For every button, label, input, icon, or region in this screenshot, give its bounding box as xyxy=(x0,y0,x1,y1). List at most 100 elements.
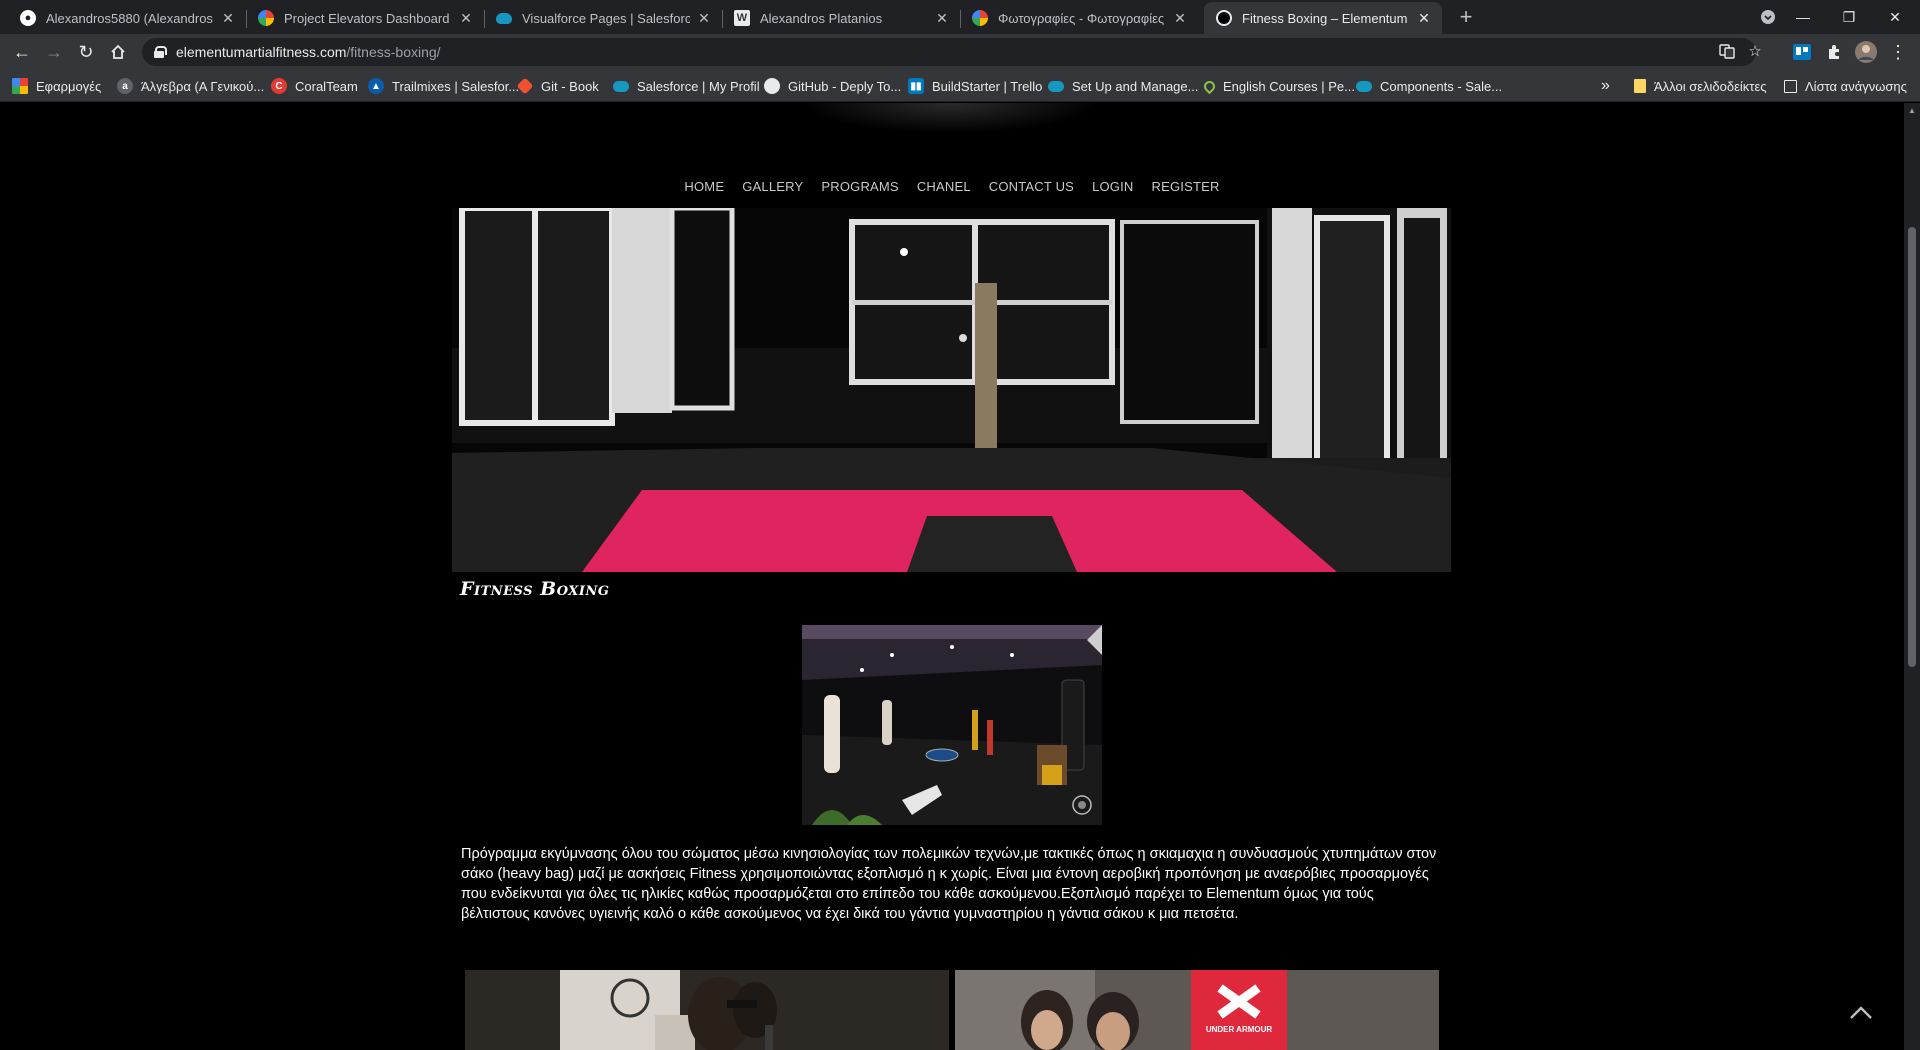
bookmarks-overflow-button[interactable]: » xyxy=(1601,76,1610,96)
close-tab-icon[interactable]: ✕ xyxy=(934,10,950,27)
close-window-button[interactable]: ✕ xyxy=(1872,0,1918,34)
page-scrollbar[interactable]: ▲ xyxy=(1904,103,1920,1050)
other-bookmarks[interactable]: Άλλοι σελιδοδείκτες xyxy=(1634,76,1767,96)
elementum-icon xyxy=(1216,10,1232,26)
location-pin-icon xyxy=(1201,78,1218,94)
minimize-button[interactable]: — xyxy=(1780,0,1826,34)
bookmark-label: Salesforce | My Profil xyxy=(637,78,760,94)
nav-contact-us[interactable]: CONTACT US xyxy=(980,179,1083,194)
salesforce-icon xyxy=(1048,80,1064,92)
bookmark-coralteam[interactable]: C CoralTeam xyxy=(271,76,358,96)
bookmark-salesforce-profile[interactable]: Salesforce | My Profil xyxy=(613,76,760,96)
forward-icon[interactable]: → xyxy=(42,40,66,64)
tab-photos[interactable]: Φωτογραφίες - Φωτογραφίες G ✕ xyxy=(960,2,1198,34)
git-icon xyxy=(516,77,534,95)
url-host: elementumartialfitness.com xyxy=(176,44,347,60)
tab-elevators-dashboard[interactable]: Project Elevators Dashboard - Φω ✕ xyxy=(246,2,485,34)
bookmark-setup-manage[interactable]: Set Up and Manage... xyxy=(1048,76,1198,96)
salesforce-icon xyxy=(496,12,512,24)
nav-chanel[interactable]: CHANEL xyxy=(908,179,980,194)
nav-home[interactable]: HOME xyxy=(675,179,733,194)
profile-avatar[interactable] xyxy=(1854,40,1878,64)
close-tab-icon[interactable]: ✕ xyxy=(1416,10,1432,27)
tab-title: Project Elevators Dashboard - Φω xyxy=(284,10,452,26)
bookmark-label: Trailmixes | Salesfor... xyxy=(392,78,520,94)
reading-list-label: Λίστα ανάγνωσης xyxy=(1805,78,1907,94)
extensions-icon[interactable] xyxy=(1822,40,1846,64)
translate-icon[interactable] xyxy=(1718,43,1736,61)
tab-title: Φωτογραφίες - Φωτογραφίες G xyxy=(998,10,1166,26)
bookmark-star-icon[interactable]: ☆ xyxy=(1746,43,1764,61)
tab-title: Visualforce Pages | Salesforce xyxy=(522,10,690,26)
page-title: Fitness Boxing xyxy=(460,578,610,600)
tab-github[interactable]: ● Alexandros5880 (Alexandros Plat ✕ xyxy=(8,2,247,34)
bookmark-git-book[interactable]: Git - Book xyxy=(516,76,599,96)
trello-icon: ▮▮ xyxy=(908,78,924,94)
browser-toolbar: ← → ↻ elementumartialfitness.com/fitness… xyxy=(0,34,1920,70)
close-tab-icon[interactable]: ✕ xyxy=(458,10,474,27)
gym-interior-photo xyxy=(802,625,1102,825)
address-bar[interactable]: elementumartialfitness.com/fitness-boxin… xyxy=(142,38,1762,66)
scroll-thumb[interactable] xyxy=(1908,227,1916,667)
header-logo-glow xyxy=(800,103,1100,133)
tab-visualforce[interactable]: Visualforce Pages | Salesforce ✕ xyxy=(484,2,723,34)
bookmark-label: BuildStarter | Trello xyxy=(932,78,1043,94)
close-tab-icon[interactable]: ✕ xyxy=(1172,10,1188,27)
bookmark-components[interactable]: Components - Sale... xyxy=(1356,76,1502,96)
tab-strip: ● Alexandros5880 (Alexandros Plat ✕ Proj… xyxy=(0,0,1920,34)
close-tab-icon[interactable]: ✕ xyxy=(696,10,712,27)
program-description: Πρόγραμμα εκγύμνασης όλου του σώματος μέ… xyxy=(461,846,1437,922)
restore-button[interactable]: ❐ xyxy=(1826,0,1872,34)
bookmark-label: Components - Sale... xyxy=(1380,78,1503,94)
main-nav: HOME GALLERY PROGRAMS CHANEL CONTACT US … xyxy=(0,179,1904,194)
github-icon: ● xyxy=(20,10,36,26)
close-tab-icon[interactable]: ✕ xyxy=(220,10,236,27)
bookmark-label: Εφαρμογές xyxy=(36,78,102,94)
bookmark-label: Set Up and Manage... xyxy=(1072,78,1199,94)
back-icon[interactable]: ← xyxy=(10,40,34,64)
bookmark-english-courses[interactable]: English Courses | Pe... xyxy=(1201,76,1355,96)
tab-title: Alexandros Platanios xyxy=(760,10,883,26)
github-icon xyxy=(764,78,780,94)
trainer-photo-left xyxy=(465,970,949,1050)
hero-image xyxy=(452,208,1451,572)
trello-extension-icon[interactable] xyxy=(1790,40,1814,64)
tab-fitness-boxing[interactable]: Fitness Boxing – Elementum ✕ xyxy=(1204,2,1442,34)
reading-list[interactable]: Λίστα ανάγνωσης xyxy=(1784,76,1907,96)
bookmark-trello[interactable]: ▮▮ BuildStarter | Trello xyxy=(908,76,1042,96)
url-path: /fitness-boxing/ xyxy=(346,44,441,60)
bookmarks-bar: Εφαρμογές a Άλγεβρα (Α Γενικού... C Cora… xyxy=(0,70,1920,102)
nav-login[interactable]: LOGIN xyxy=(1083,179,1142,194)
nav-register[interactable]: REGISTER xyxy=(1143,179,1229,194)
reading-list-icon xyxy=(1784,79,1797,93)
tab-title: Alexandros5880 (Alexandros Plat xyxy=(46,10,214,26)
web-page: HOME GALLERY PROGRAMS CHANEL CONTACT US … xyxy=(0,103,1904,1050)
chevron-up-icon xyxy=(1850,1006,1872,1019)
folder-icon xyxy=(1634,79,1646,93)
bookmark-label: Άλγεβρα (Α Γενικού... xyxy=(141,78,265,94)
bookmark-algebra[interactable]: a Άλγεβρα (Α Γενικού... xyxy=(117,76,264,96)
site-icon: a xyxy=(117,78,133,94)
svg-text:UNDER ARMOUR: UNDER ARMOUR xyxy=(1206,1025,1273,1034)
coralteam-icon: C xyxy=(271,78,287,94)
bookmark-trailmixes[interactable]: ▲ Trailmixes | Salesfor... xyxy=(368,76,519,96)
scroll-up-icon[interactable]: ▲ xyxy=(1908,107,1916,115)
lock-icon[interactable] xyxy=(154,46,167,58)
trainer-photo-right: UNDER ARMOUR xyxy=(955,970,1439,1050)
bookmark-apps[interactable]: Εφαρμογές xyxy=(12,76,101,96)
bookmark-label: CoralTeam xyxy=(295,78,358,94)
new-tab-button[interactable]: + xyxy=(1452,4,1480,32)
reload-icon[interactable]: ↻ xyxy=(74,40,98,64)
home-icon[interactable] xyxy=(106,40,130,64)
bookmark-github-deploy[interactable]: GitHub - Deply To... xyxy=(764,76,901,96)
salesforce-icon xyxy=(613,80,629,92)
salesforce-icon xyxy=(1356,80,1372,92)
scroll-to-top-button[interactable] xyxy=(1848,1000,1874,1026)
wordpress-icon: W xyxy=(734,10,750,26)
menu-kebab-icon[interactable]: ⋮ xyxy=(1886,40,1910,64)
nav-gallery[interactable]: GALLERY xyxy=(733,179,812,194)
other-bookmarks-label: Άλλοι σελιδοδείκτες xyxy=(1654,78,1767,94)
tab-alexandros-platanios[interactable]: W Alexandros Platanios ✕ xyxy=(722,2,961,34)
nav-programs[interactable]: PROGRAMS xyxy=(812,179,907,194)
apps-grid-icon xyxy=(12,78,28,94)
